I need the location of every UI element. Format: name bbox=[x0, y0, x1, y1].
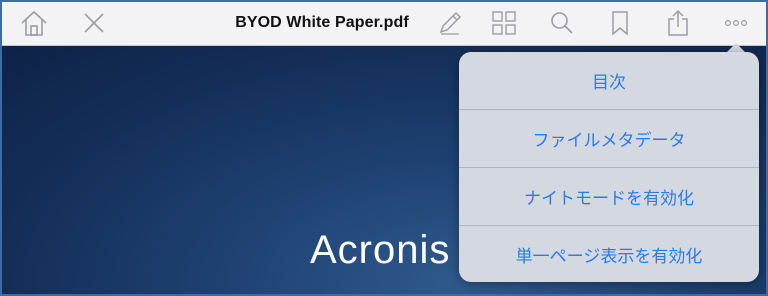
more-icon bbox=[724, 18, 748, 28]
home-button[interactable] bbox=[18, 8, 50, 38]
menu-item-night-mode[interactable]: ナイトモードを有効化 bbox=[459, 168, 759, 226]
grid-icon bbox=[491, 10, 517, 36]
close-icon bbox=[82, 11, 106, 35]
more-menu-popover: 目次 ファイルメタデータ ナイトモードを有効化 単一ページ表示を有効化 bbox=[459, 52, 759, 282]
menu-item-single-page[interactable]: 単一ページ表示を有効化 bbox=[459, 226, 759, 283]
share-icon bbox=[666, 9, 690, 37]
share-button[interactable] bbox=[662, 8, 694, 38]
bookmark-button[interactable] bbox=[604, 8, 636, 38]
bookmark-icon bbox=[610, 10, 630, 36]
brand-wordmark: Acronis bbox=[310, 228, 451, 272]
pencil-icon bbox=[437, 10, 463, 36]
toolbar: BYOD White Paper.pdf bbox=[2, 2, 766, 46]
close-button[interactable] bbox=[78, 8, 110, 38]
app-window: BYOD White Paper.pdf Acronis 目次 ファイルメタデー… bbox=[0, 0, 768, 296]
annotate-button[interactable] bbox=[434, 8, 466, 38]
thumbnails-button[interactable] bbox=[488, 8, 520, 38]
menu-item-file-metadata[interactable]: ファイルメタデータ bbox=[459, 110, 759, 168]
home-icon bbox=[19, 9, 49, 37]
document-title: BYOD White Paper.pdf bbox=[235, 14, 409, 31]
search-icon bbox=[549, 10, 575, 36]
search-button[interactable] bbox=[546, 8, 578, 38]
menu-item-table-of-contents[interactable]: 目次 bbox=[459, 52, 759, 110]
more-button[interactable] bbox=[720, 8, 752, 38]
